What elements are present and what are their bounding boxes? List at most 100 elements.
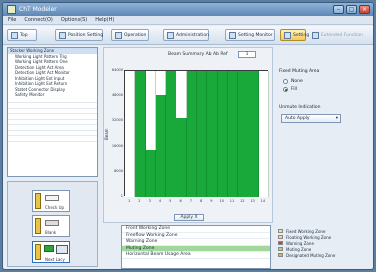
heatmap-cell[interactable] [135,157,146,166]
heatmap-cell[interactable] [238,102,249,111]
heatmap-cell[interactable] [248,165,259,174]
heatmap-cell[interactable] [238,110,249,119]
heatmap-cell[interactable] [217,134,229,143]
menu-file[interactable]: File [8,17,16,23]
heatmap-cell[interactable] [217,86,229,95]
heatmap-cell[interactable] [258,118,270,127]
heatmap-cell[interactable] [166,126,177,135]
heatmap-cell[interactable] [166,165,177,174]
heatmap-cell[interactable] [217,141,229,150]
heatmap-cell[interactable] [135,126,146,135]
heatmap-cell[interactable] [125,102,136,111]
heatmap-cell[interactable] [248,86,259,95]
heatmap-cell[interactable] [155,126,167,135]
heatmap-cell[interactable] [238,71,249,80]
heatmap-cell[interactable] [176,71,187,80]
heatmap-cell[interactable] [176,78,187,87]
heatmap-cell[interactable] [258,149,270,158]
heatmap-cell[interactable] [207,110,218,119]
heatmap-cell[interactable] [125,157,136,166]
heatmap-cell[interactable] [155,118,167,127]
heatmap-cell[interactable] [197,71,208,80]
heatmap-cell[interactable] [258,78,270,87]
heatmap-cell[interactable] [155,165,167,174]
heatmap-cell[interactable] [207,126,218,135]
zone-row[interactable]: Horizontal Beam Usage Area [122,252,270,259]
heatmap-cell[interactable] [227,149,239,158]
heatmap-cell[interactable] [207,134,218,143]
heatmap-cell[interactable] [186,181,198,190]
heatmap-cell[interactable] [166,94,177,103]
heatmap-cell[interactable] [176,141,187,150]
heatmap-cell[interactable] [145,94,157,103]
heatmap-cell[interactable] [238,118,249,127]
heatmap-cell[interactable] [135,173,146,182]
menu-connect[interactable]: Connect(O) [24,17,53,23]
heatmap-cell[interactable] [145,71,157,80]
heatmap-cell[interactable] [186,173,198,182]
heatmap-cell[interactable] [238,94,249,103]
heatmap-cell[interactable] [248,71,259,80]
heatmap-cell[interactable] [207,157,218,166]
heatmap-cell[interactable] [186,71,198,80]
heatmap-cell[interactable] [258,165,270,174]
heatmap-cell[interactable] [176,173,187,182]
heatmap-cell[interactable] [155,110,167,119]
heatmap-cell[interactable] [186,102,198,111]
heatmap-cell[interactable] [258,94,270,103]
minimize-button[interactable]: – [333,5,344,14]
heatmap-cell[interactable] [135,141,146,150]
heatmap-cell[interactable] [166,118,177,127]
heatmap-cell[interactable] [217,181,229,190]
heatmap-cell[interactable] [145,149,157,158]
heatmap-cell[interactable] [207,118,218,127]
heatmap-cell[interactable] [248,102,259,111]
heatmap-cell[interactable] [248,149,259,158]
heatmap-cell[interactable] [197,118,208,127]
heatmap-cell[interactable] [145,110,157,119]
heatmap-cell[interactable] [227,86,239,95]
heatmap-cell[interactable] [166,149,177,158]
heatmap-cell[interactable] [166,78,177,87]
mode-blank-button[interactable]: Blank [32,215,70,237]
heatmap-cell[interactable] [176,86,187,95]
heatmap-cell[interactable] [238,189,249,198]
heatmap-cell[interactable] [145,141,157,150]
heatmap-cell[interactable] [176,118,187,127]
heatmap-cell[interactable] [145,134,157,143]
heatmap-cell[interactable] [197,78,208,87]
heatmap-cell[interactable] [227,134,239,143]
heatmap-cell[interactable] [217,189,229,198]
heatmap-cell[interactable] [176,181,187,190]
heatmap-cell[interactable] [207,149,218,158]
heatmap-cell[interactable] [145,165,157,174]
menu-options[interactable]: Options(S) [61,17,87,23]
chart-header-value-field[interactable]: 1 [238,51,256,58]
heatmap-cell[interactable] [176,94,187,103]
radio-none[interactable] [283,79,288,84]
heatmap-cell[interactable] [227,102,239,111]
heatmap-cell[interactable] [207,102,218,111]
heatmap-cell[interactable] [155,157,167,166]
heatmap-cell[interactable] [125,126,136,135]
heatmap-cell[interactable] [135,118,146,127]
heatmap-cell[interactable] [248,110,259,119]
heatmap-cell[interactable] [248,134,259,143]
heatmap-cell[interactable] [197,110,208,119]
heatmap-cell[interactable] [145,102,157,111]
heatmap-cell[interactable] [166,71,177,80]
close-button[interactable]: × [359,5,370,14]
heatmap-cell[interactable] [135,86,146,95]
heatmap-cell[interactable] [125,134,136,143]
heatmap-cell[interactable] [207,173,218,182]
heatmap-cell[interactable] [155,141,167,150]
heatmap-cell[interactable] [227,165,239,174]
heatmap-cell[interactable] [155,134,167,143]
heatmap-cell[interactable] [258,141,270,150]
heatmap-cell[interactable] [145,126,157,135]
heatmap-cell[interactable] [227,94,239,103]
unmute-indication-dropdown[interactable]: Auto Apply ▾ [281,114,341,123]
beam-heatmap[interactable] [124,70,270,198]
heatmap-cell[interactable] [125,189,136,198]
maximize-button[interactable]: □ [346,5,357,14]
